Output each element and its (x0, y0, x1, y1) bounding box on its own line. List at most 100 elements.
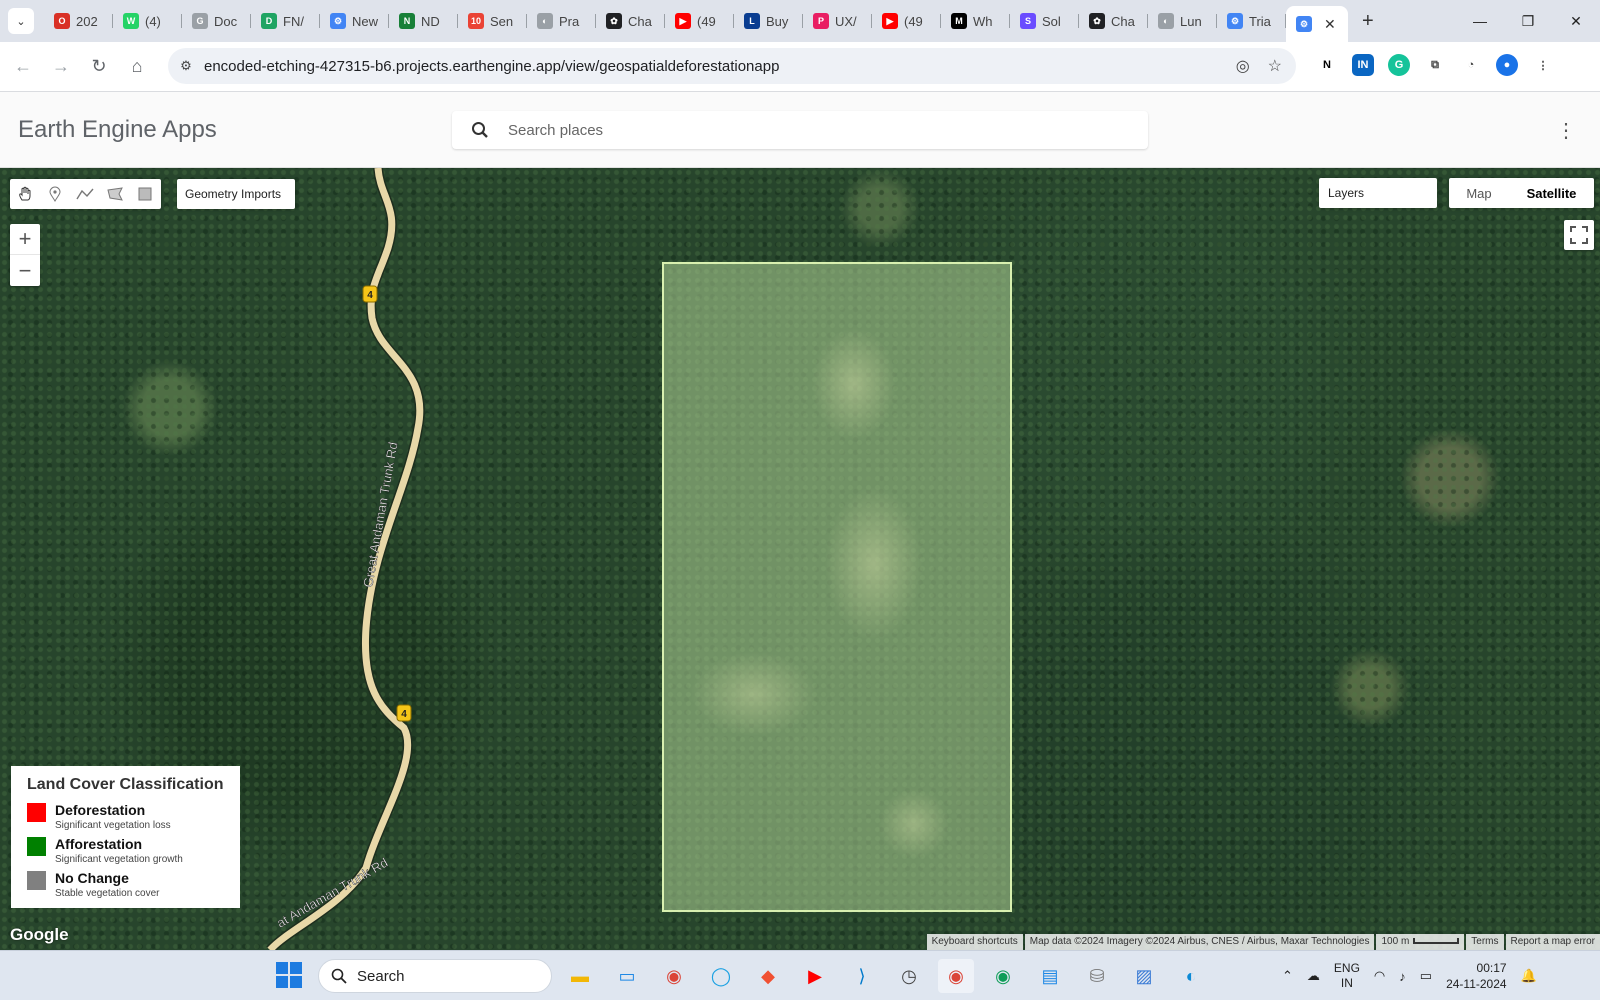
onedrive-icon[interactable]: ☁ (1307, 968, 1320, 984)
restore-icon[interactable]: ❐ (1504, 0, 1552, 42)
database-icon[interactable]: ⛁ (1079, 959, 1115, 993)
browser-tab[interactable]: ⚙ Tria (1217, 5, 1286, 37)
browser-tab[interactable]: M Wh (941, 5, 1010, 37)
tab-title: Sen (490, 13, 514, 29)
browser-tab[interactable]: ✿ Cha (1079, 5, 1148, 37)
search-places-input[interactable] (508, 121, 1068, 139)
browser-tab[interactable]: ▶ (49 (872, 5, 941, 37)
zoom-out-button[interactable]: − (10, 255, 40, 286)
marker-tool-icon[interactable] (40, 179, 70, 209)
tab-search-icon[interactable]: ⌄ (8, 8, 34, 34)
address-bar[interactable]: ⚙ encoded-etching-427315-b6.projects.ear… (168, 48, 1296, 84)
store-icon[interactable]: ▭ (609, 959, 645, 993)
terms-link[interactable]: Terms (1466, 934, 1504, 950)
layers-dropdown[interactable]: Layers (1319, 178, 1437, 208)
minimize-icon[interactable]: — (1456, 0, 1504, 42)
language-indicator[interactable]: ENG IN (1334, 961, 1360, 991)
pan-hand-icon[interactable] (10, 179, 40, 209)
scale-indicator[interactable]: 100 m (1376, 934, 1465, 950)
browser-tab[interactable]: ◐ Lun (1148, 5, 1217, 37)
performance-icon[interactable]: ◔ (1460, 54, 1482, 76)
chrome-profile-icon[interactable]: ◉ (985, 959, 1021, 993)
legend-item-afforestation: Afforestation Significant vegetation gro… (27, 836, 224, 867)
zoom-in-button[interactable]: + (10, 224, 40, 255)
fullscreen-icon[interactable] (1564, 220, 1594, 250)
battery-icon[interactable]: ▭ (1420, 968, 1432, 984)
browser-menu-icon[interactable]: ⋮ (1532, 54, 1554, 76)
browser-tab[interactable]: G Doc (182, 5, 251, 37)
bookmark-star-icon[interactable]: ☆ (1268, 56, 1282, 76)
search-box[interactable] (452, 111, 1148, 149)
youtube-icon[interactable]: ▶ (797, 959, 833, 993)
tab-title: Wh (973, 13, 993, 29)
tab-favicon-icon: 10 (468, 13, 484, 29)
browser-tab[interactable]: ⚙ New (320, 5, 389, 37)
extensions-puzzle-icon[interactable]: ⧉ (1424, 54, 1446, 76)
close-window-icon[interactable]: ✕ (1552, 0, 1600, 42)
tab-title: ND (421, 13, 440, 29)
tab-title: FN/ (283, 13, 304, 29)
tab-favicon-icon: D (261, 13, 277, 29)
tab-active[interactable]: ⚙ ✕ (1286, 6, 1348, 42)
chevron-up-icon[interactable]: ⌃ (1282, 968, 1293, 984)
browser-tab[interactable]: ✿ Cha (596, 5, 665, 37)
back-button[interactable]: ← (4, 48, 42, 86)
profile-avatar[interactable]: ● (1496, 54, 1518, 76)
home-button[interactable]: ⌂ (118, 48, 156, 86)
area-of-interest-rectangle[interactable] (662, 262, 1012, 912)
map-canvas[interactable]: 4 4 Great Andaman Trunk Rd at Andaman Tr… (0, 168, 1600, 950)
edge-icon[interactable]: ◐ (1173, 959, 1209, 993)
clock-date: 24-11-2024 (1446, 977, 1507, 991)
volume-icon[interactable]: ♪ (1399, 969, 1406, 984)
map-type-satellite-button[interactable]: Satellite (1509, 178, 1594, 208)
tab-title: (49 (697, 13, 716, 29)
grammarly-extension-icon[interactable]: G (1388, 54, 1410, 76)
map-type-map-button[interactable]: Map (1449, 178, 1509, 208)
report-map-error-link[interactable]: Report a map error (1505, 934, 1600, 950)
cortana-icon[interactable]: ◯ (703, 959, 739, 993)
browser-tab[interactable]: ◐ Pra (527, 5, 596, 37)
site-info-icon[interactable]: ⚙ (168, 58, 204, 74)
browser-tab[interactable]: D FN/ (251, 5, 320, 37)
notepad-icon[interactable]: ▤ (1032, 959, 1068, 993)
git-icon[interactable]: ◆ (750, 959, 786, 993)
browser-tab[interactable]: L Buy (734, 5, 803, 37)
tab-favicon-icon: ◐ (1158, 13, 1174, 29)
url-text[interactable]: encoded-etching-427315-b6.projects.earth… (204, 58, 779, 75)
file-explorer-icon[interactable]: ▬ (562, 959, 598, 993)
browser-tab[interactable]: 10 Sen (458, 5, 527, 37)
linkedin-extension-icon[interactable]: IN (1352, 54, 1374, 76)
browser-tab[interactable]: N ND (389, 5, 458, 37)
rectangle-tool-icon[interactable] (130, 179, 160, 209)
tracking-protection-icon[interactable]: ◎ (1236, 56, 1250, 76)
map-data-attribution: Map data ©2024 Imagery ©2024 Airbus, CNE… (1024, 934, 1375, 950)
tab-favicon-icon: O (54, 13, 70, 29)
tab-title: Cha (1111, 13, 1135, 29)
clock-app-icon[interactable]: ◷ (891, 959, 927, 993)
windows-start-icon[interactable] (276, 962, 302, 988)
reload-button[interactable]: ↻ (80, 48, 118, 86)
browser-tab[interactable]: O 202 (44, 5, 113, 37)
forward-button[interactable]: → (42, 48, 80, 86)
taskbar-search[interactable]: Search (318, 959, 552, 993)
notion-extension-icon[interactable]: N (1316, 54, 1338, 76)
chrome-icon[interactable]: ◉ (656, 959, 692, 993)
keyboard-shortcuts-link[interactable]: Keyboard shortcuts (926, 934, 1023, 950)
photos-icon[interactable]: ▨ (1126, 959, 1162, 993)
close-tab-icon[interactable]: ✕ (1324, 16, 1336, 33)
polygon-tool-icon[interactable] (100, 179, 130, 209)
google-logo: Google (10, 925, 69, 944)
vscode-icon[interactable]: ⟩ (844, 959, 880, 993)
browser-tab[interactable]: W (4) (113, 5, 182, 37)
browser-tab[interactable]: ▶ (49 (665, 5, 734, 37)
wifi-icon[interactable]: ◠ (1374, 968, 1385, 984)
line-tool-icon[interactable] (70, 179, 100, 209)
clock[interactable]: 00:17 24-11-2024 (1446, 960, 1507, 992)
chrome-active-icon[interactable]: ◉ (938, 959, 974, 993)
browser-tab[interactable]: S Sol (1010, 5, 1079, 37)
new-tab-button[interactable]: + (1362, 10, 1374, 33)
app-menu-icon[interactable]: ⋮ (1556, 118, 1576, 143)
notification-bell-icon[interactable]: 🔔 (1521, 968, 1537, 984)
browser-tab[interactable]: P UX/ (803, 5, 872, 37)
geometry-imports-button[interactable]: Geometry Imports (177, 179, 295, 209)
